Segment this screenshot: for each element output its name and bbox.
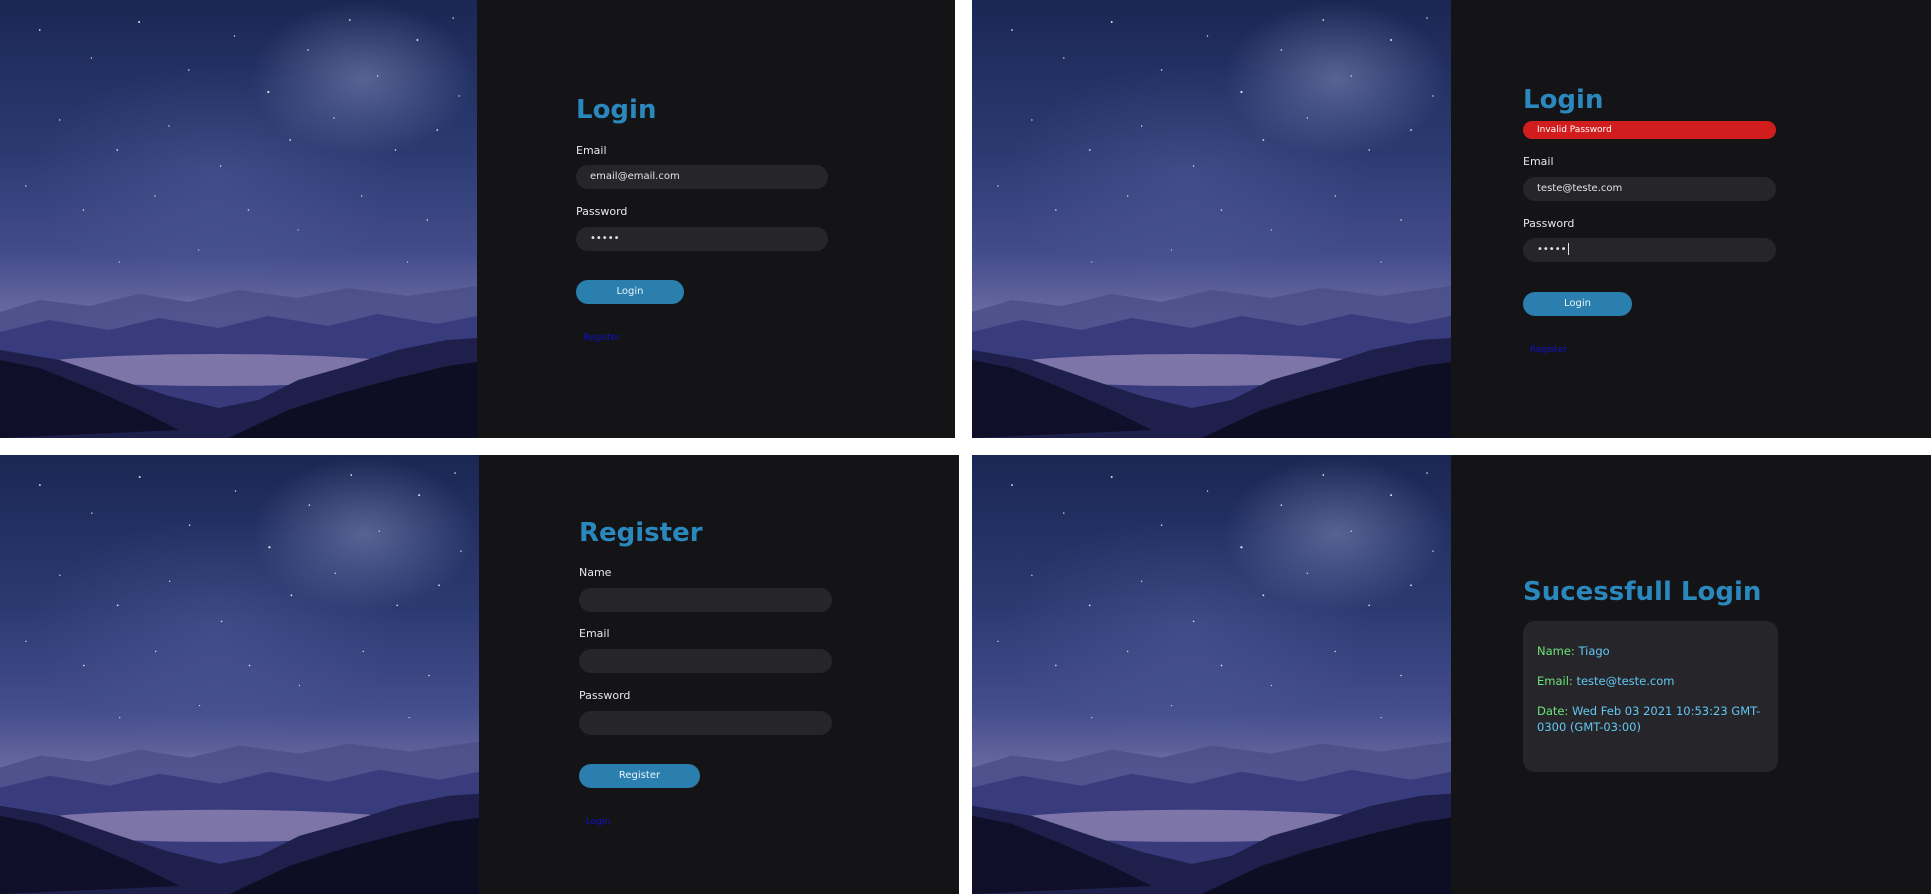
login-link[interactable]: Login [586,817,610,827]
register-button[interactable]: Register [579,764,700,788]
success-screen: Sucessfull Login Name: Tiago Email: test… [972,455,1931,894]
page-title: Login [576,95,657,125]
success-content: Sucessfull Login Name: Tiago Email: test… [1451,455,1931,894]
email-input[interactable] [579,649,832,673]
login-button[interactable]: Login [576,280,684,304]
night-sky-image [0,455,479,894]
date-key: Date: [1537,704,1569,718]
name-row: Name: Tiago [1537,643,1764,659]
email-key: Email: [1537,674,1573,688]
register-link[interactable]: Register [583,333,620,343]
email-label: Email [576,144,607,157]
date-value: Wed Feb 03 2021 10:53:23 GMT-0300 (GMT-0… [1537,704,1761,734]
email-row: Email: teste@teste.com [1537,673,1764,689]
register-form: Register Name Email Password Register Lo… [479,455,959,894]
password-input[interactable]: ••••• [1523,238,1776,262]
text-caret [1567,243,1569,255]
page-title: Register [579,518,703,548]
login-error-screen: Login Invalid Password Email teste@teste… [972,0,1931,438]
password-label: Password [579,689,631,702]
login-button[interactable]: Login [1523,292,1632,316]
login-form: Login Email email@email.com Password •••… [477,0,955,438]
password-value: ••••• [1537,244,1567,255]
login-form: Login Invalid Password Email teste@teste… [1451,0,1931,438]
name-input[interactable] [579,588,832,612]
user-info-card: Name: Tiago Email: teste@teste.com Date:… [1523,621,1778,772]
email-input[interactable]: email@email.com [576,165,828,189]
error-alert: Invalid Password [1523,121,1776,139]
night-sky-image [0,0,477,438]
page-title: Sucessfull Login [1523,577,1762,607]
date-row: Date: Wed Feb 03 2021 10:53:23 GMT-0300 … [1537,703,1764,735]
email-value: teste@teste.com [1576,674,1675,688]
register-screen: Register Name Email Password Register Lo… [0,455,959,894]
name-key: Name: [1537,644,1575,658]
register-link[interactable]: Register [1530,345,1567,355]
password-input[interactable]: ••••• [576,227,828,251]
night-sky-image [972,0,1451,438]
page-title: Login [1523,85,1604,115]
password-label: Password [1523,217,1575,230]
email-label: Email [579,627,610,640]
login-screen: Login Email email@email.com Password •••… [0,0,955,438]
email-label: Email [1523,155,1554,168]
email-input[interactable]: teste@teste.com [1523,177,1776,201]
name-value: Tiago [1578,644,1610,658]
password-label: Password [576,205,628,218]
name-label: Name [579,566,612,579]
night-sky-image [972,455,1451,894]
password-input[interactable] [579,711,832,735]
